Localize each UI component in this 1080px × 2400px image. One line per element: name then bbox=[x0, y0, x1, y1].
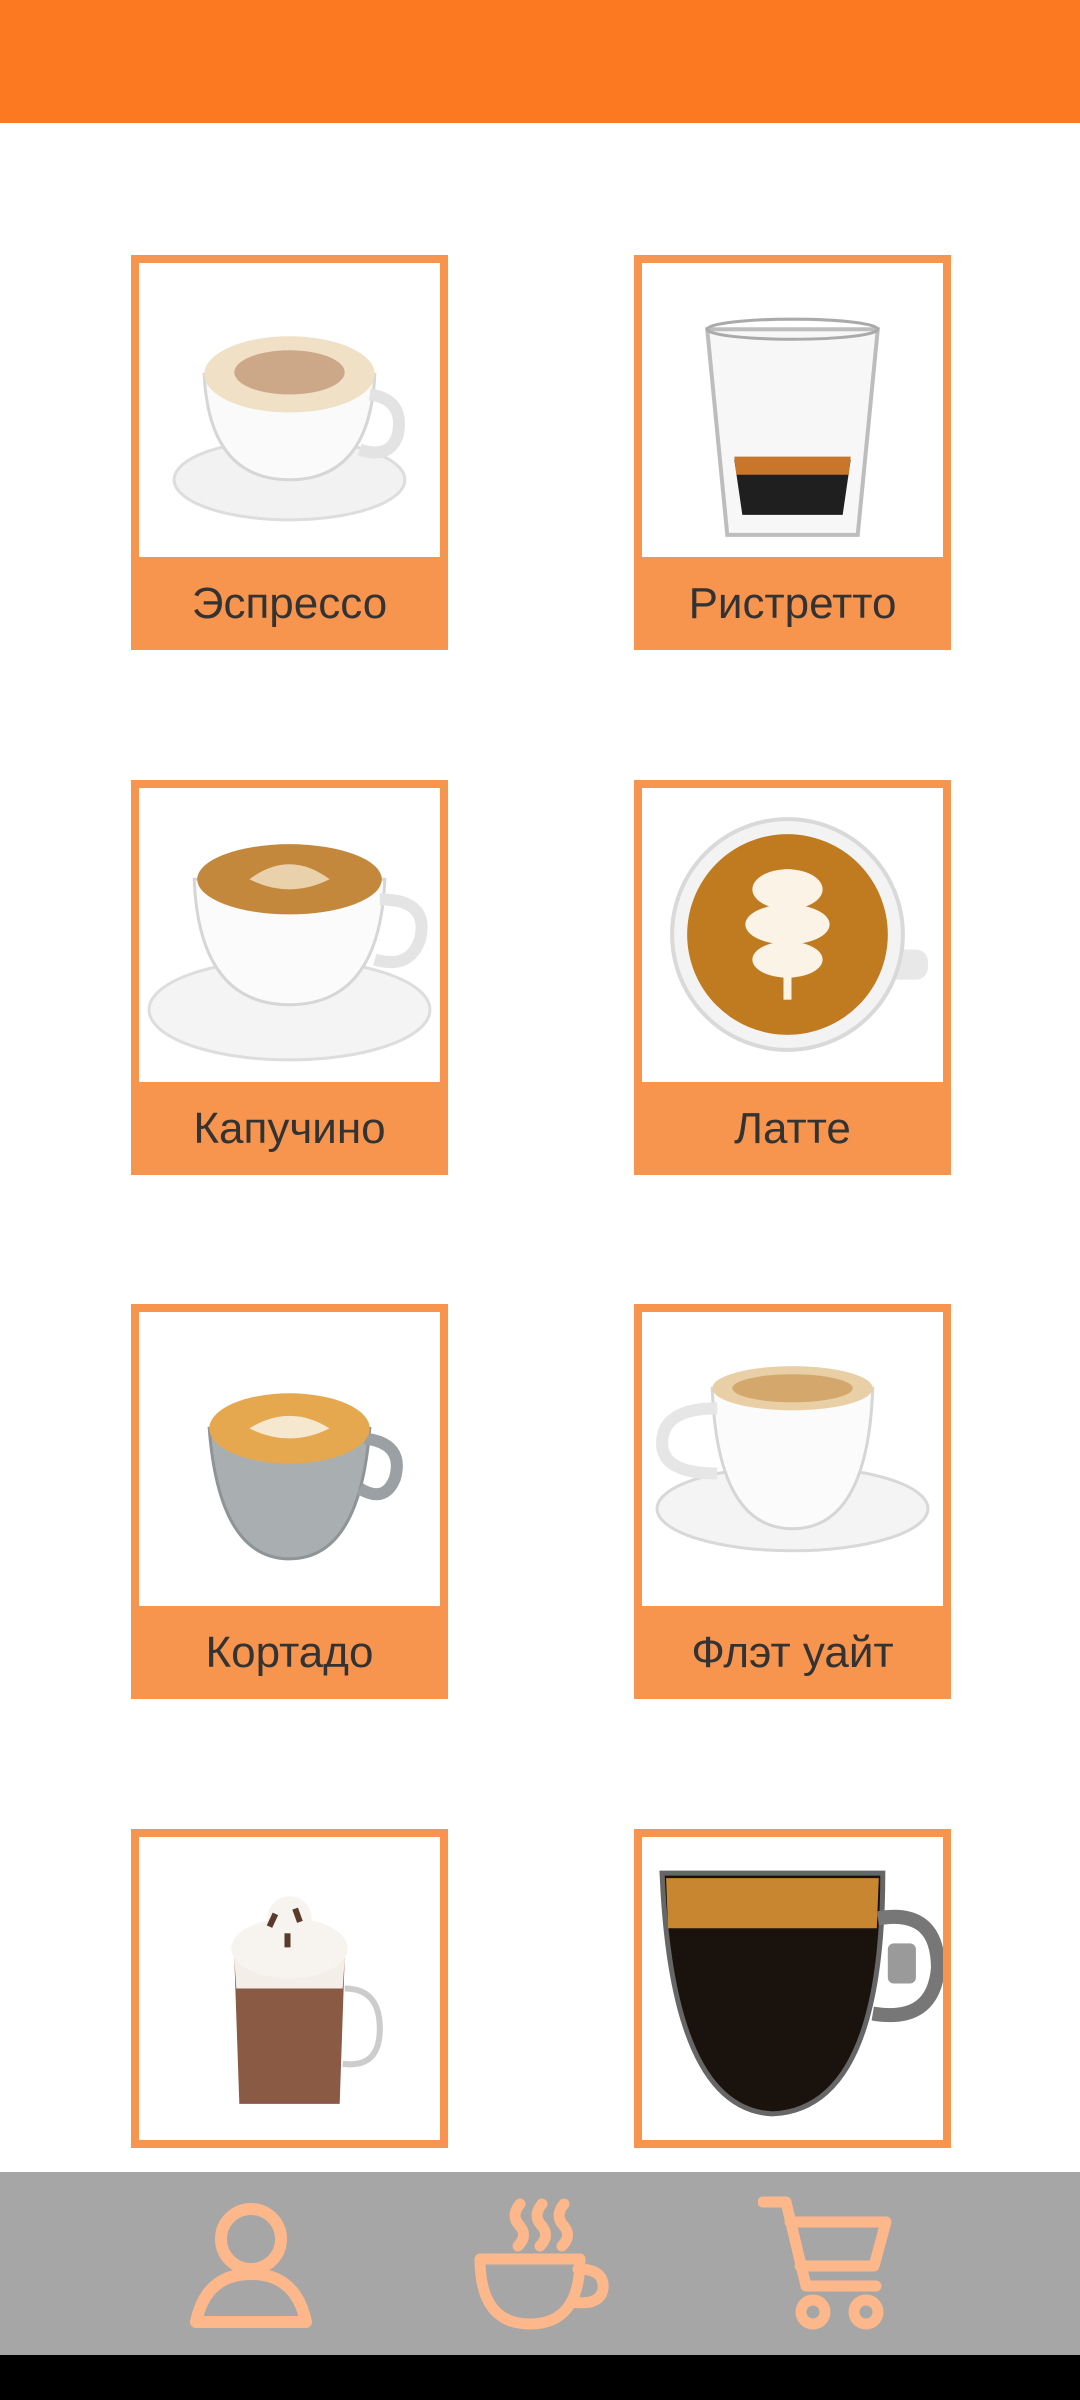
latte-art-top-view-image bbox=[642, 788, 943, 1091]
drink-card-hot-chocolate[interactable] bbox=[131, 1829, 448, 2148]
hot-chocolate-mug-image bbox=[139, 1837, 440, 2140]
drink-card-flat-white[interactable]: Флэт уайт bbox=[634, 1304, 951, 1699]
drink-label: Эспрессо bbox=[131, 557, 448, 650]
profile-icon[interactable] bbox=[181, 2194, 321, 2334]
cortado-cup-image bbox=[139, 1312, 440, 1615]
cappuccino-cup-image bbox=[139, 263, 440, 566]
espresso-glass-cup-image bbox=[642, 1837, 943, 2140]
drink-card-cortado[interactable]: Кортадо bbox=[131, 1304, 448, 1699]
drink-card-cappuccino[interactable]: Капучино bbox=[131, 780, 448, 1175]
bottom-navigation-bar bbox=[0, 2172, 1080, 2355]
top-app-bar bbox=[0, 0, 1080, 123]
drink-label: Флэт уайт bbox=[634, 1606, 951, 1699]
drink-card-espresso-glass[interactable] bbox=[634, 1829, 951, 2148]
ristretto-glass-image bbox=[642, 263, 943, 566]
drink-label: Кортадо bbox=[131, 1606, 448, 1699]
drink-card-latte[interactable]: Латте bbox=[634, 780, 951, 1175]
cart-icon[interactable] bbox=[758, 2194, 898, 2334]
drink-label: Ристретто bbox=[634, 557, 951, 650]
drink-card-ristretto[interactable]: Ристретто bbox=[634, 255, 951, 650]
coffee-cup-icon[interactable] bbox=[470, 2194, 610, 2334]
flat-white-cup-image bbox=[642, 1312, 943, 1615]
drink-label: Латте bbox=[634, 1082, 951, 1175]
cappuccino-latte-art-image bbox=[139, 788, 440, 1091]
system-navigation-bar bbox=[0, 2355, 1080, 2400]
drink-card-espresso[interactable]: Эспрессо bbox=[131, 255, 448, 650]
drink-label: Капучино bbox=[131, 1082, 448, 1175]
